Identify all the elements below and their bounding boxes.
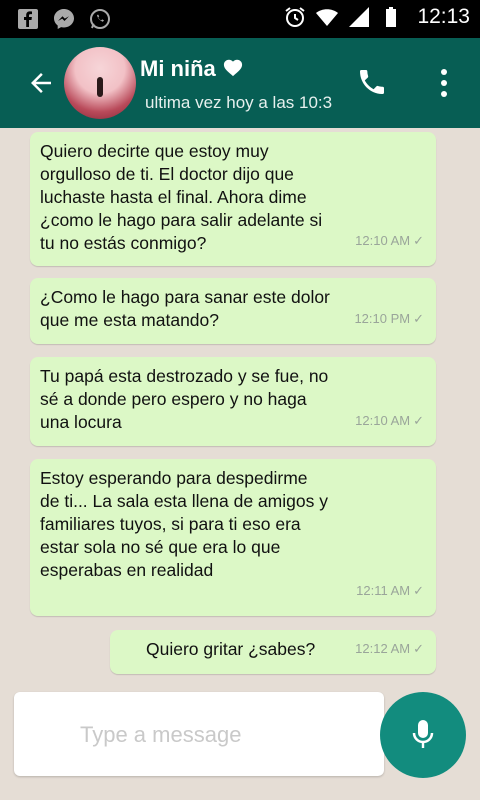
phone-call-icon[interactable] [356, 66, 388, 98]
chat-header: Mi niña ultima vez hoy a las 10:3 [0, 38, 480, 128]
sent-check-icon: ✓ [413, 413, 424, 428]
contact-title[interactable]: Mi niña [140, 56, 244, 82]
sent-check-icon: ✓ [413, 583, 424, 598]
message-meta: 12:10 PM ✓ [354, 307, 424, 330]
alarm-icon [285, 7, 306, 27]
message-bubble[interactable]: Quiero gritar ¿sabes? 12:12 AM ✓ [110, 630, 436, 674]
back-arrow-icon[interactable] [26, 68, 56, 98]
message-bubble[interactable]: Estoy esperando para despedirme de ti...… [30, 459, 436, 616]
message-time: 12:11 AM [356, 583, 411, 598]
message-input-placeholder: Type a message [80, 722, 242, 747]
contact-name: Mi niña [140, 56, 216, 81]
message-bubble[interactable]: ¿Como le hago para sanar este dolor que … [30, 278, 436, 344]
message-bubble[interactable]: Quiero decirte que estoy muy orgulloso d… [30, 132, 436, 266]
sent-check-icon: ✓ [413, 233, 424, 248]
message-list[interactable]: Quiero decirte que estoy muy orgulloso d… [0, 128, 480, 688]
message-meta: 12:12 AM ✓ [355, 637, 424, 660]
microphone-icon [412, 720, 434, 748]
status-bar: 12:13 [0, 0, 480, 38]
messenger-icon [54, 9, 74, 29]
whatsapp-icon [90, 9, 110, 29]
battery-icon [386, 7, 397, 27]
message-text: Quiero decirte que estoy muy orgulloso d… [40, 141, 323, 253]
heart-icon [222, 57, 244, 82]
contact-avatar[interactable] [64, 47, 136, 119]
mic-button[interactable] [380, 692, 466, 778]
message-text: Estoy esperando para despedirme de ti...… [40, 468, 328, 580]
wifi-icon [316, 9, 339, 26]
message-text: Tu papá esta destrozado y se fue, no sé … [40, 366, 329, 432]
sent-check-icon: ✓ [413, 641, 424, 656]
signal-icon [349, 7, 370, 27]
message-time: 12:10 AM [355, 413, 411, 428]
message-time: 12:12 AM [355, 641, 411, 656]
message-time: 12:10 PM [354, 311, 411, 326]
message-text: ¿Como le hago para sanar este dolor que … [40, 287, 330, 330]
message-bubble[interactable]: Tu papá esta destrozado y se fue, no sé … [30, 357, 436, 446]
message-time: 12:10 AM [355, 233, 411, 248]
status-time: 12:13 [417, 5, 470, 28]
last-seen-status: ultima vez hoy a las 10:3 [145, 93, 333, 112]
sent-check-icon: ✓ [413, 311, 424, 326]
more-options-icon[interactable] [434, 66, 454, 100]
message-input[interactable]: Type a message [14, 692, 384, 776]
message-meta: 12:11 AM ✓ [356, 579, 424, 602]
message-meta: 12:10 AM ✓ [355, 409, 424, 432]
facebook-icon [18, 9, 38, 29]
message-meta: 12:10 AM ✓ [355, 229, 424, 252]
